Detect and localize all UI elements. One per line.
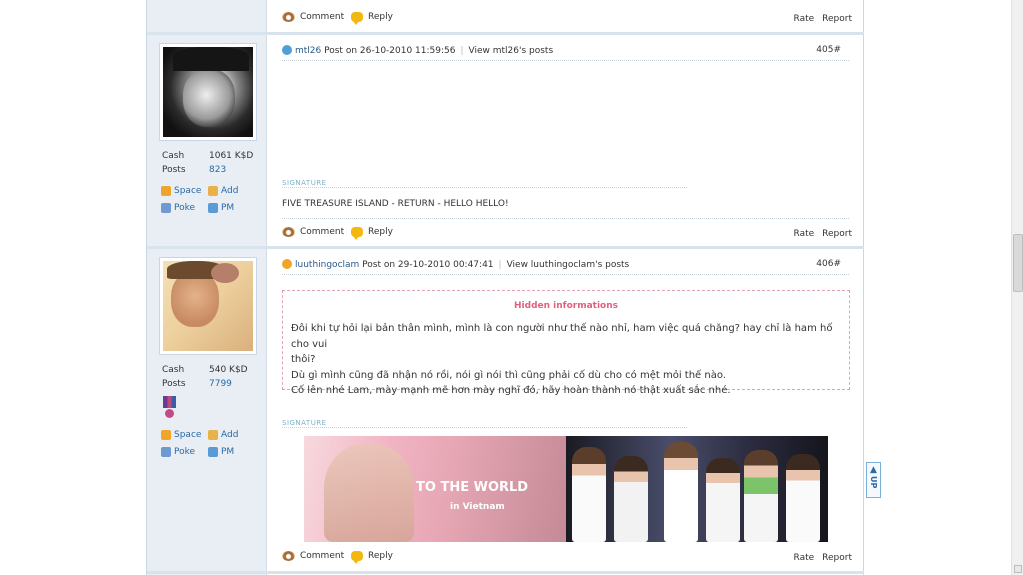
post-header: mtl26 Post on 26-10-2010 11:59:56 | View m… — [282, 43, 849, 61]
avatar[interactable] — [160, 44, 256, 140]
rate-link[interactable]: Rate — [794, 553, 815, 563]
post-number[interactable]: 405# — [816, 45, 841, 55]
comment-button[interactable]: Comment — [282, 551, 344, 561]
banner-title: TO THE WORLD — [416, 480, 529, 495]
user-links: Space Add Poke PM — [161, 426, 261, 460]
add-friend-link[interactable]: Add — [208, 429, 255, 440]
user-links: Space Add Poke PM — [161, 182, 261, 216]
add-friend-icon — [208, 185, 218, 196]
username-link[interactable]: mtl26 — [295, 46, 321, 56]
reply-button[interactable]: Reply — [351, 227, 393, 240]
poke-link[interactable]: Poke — [161, 446, 208, 457]
report-link[interactable]: Report — [822, 14, 852, 24]
comment-icon — [282, 551, 295, 561]
banner-subtitle: in Vietnam — [450, 502, 505, 512]
signature-label: SIGNATURE — [282, 179, 687, 188]
pm-link[interactable]: PM — [208, 202, 255, 213]
report-link[interactable]: Report — [822, 229, 852, 239]
home-icon — [161, 185, 171, 196]
hidden-info-text: Đôi khi tự hỏi lại bản thân mình, mình l… — [291, 323, 833, 396]
avatar[interactable] — [160, 258, 256, 354]
add-friend-icon — [208, 429, 218, 440]
up-arrow-icon: ▲ — [870, 465, 877, 475]
post-number[interactable]: 406# — [816, 259, 841, 269]
post-actions: Comment Reply Rate Report — [282, 549, 852, 565]
space-link[interactable]: Space — [161, 429, 208, 440]
medal-icon — [163, 396, 176, 420]
posts-count-link[interactable]: 823 — [209, 165, 226, 179]
signature-text: FIVE TREASURE ISLAND - RETURN - HELLO HE… — [282, 199, 509, 209]
scroll-down-arrow-icon[interactable] — [1014, 565, 1022, 573]
post-separator — [147, 246, 864, 249]
user-stats: Cash 540 K$D Posts 7799 — [162, 365, 262, 393]
rate-link[interactable]: Rate — [794, 229, 815, 239]
reply-icon — [351, 227, 363, 240]
space-link[interactable]: Space — [161, 185, 208, 196]
comment-button[interactable]: Comment — [282, 12, 344, 22]
user-status-icon — [282, 259, 292, 269]
post-actions: Comment Reply Rate Report — [282, 225, 852, 241]
scrollbar-thumb[interactable] — [1013, 234, 1023, 292]
page-scrollbar[interactable] — [1011, 0, 1023, 575]
posts-count-link[interactable]: 7799 — [209, 379, 232, 393]
scroll-to-top-button[interactable]: ▲ UP — [866, 462, 881, 498]
forum-thread: Comment Reply Rate Report Cash 1061 K$D Po… — [146, 0, 864, 575]
comment-icon — [282, 12, 295, 22]
hidden-info-box: Hidden informations Đôi khi tự hỏi lại b… — [282, 290, 850, 396]
post-separator — [147, 32, 864, 35]
pm-link[interactable]: PM — [208, 446, 255, 457]
post-separator — [147, 571, 864, 574]
poke-icon — [161, 202, 171, 213]
poke-icon — [161, 446, 171, 457]
mail-icon — [208, 446, 218, 457]
user-stats: Cash 1061 K$D Posts 823 — [162, 151, 262, 179]
add-friend-link[interactable]: Add — [208, 185, 255, 196]
poke-link[interactable]: Poke — [161, 202, 208, 213]
divider — [282, 218, 849, 219]
post-actions-prev: Comment Reply Rate Report — [282, 10, 852, 26]
post-header: luuthingoclam Post on 29-10-2010 00:47:4… — [282, 257, 849, 275]
view-posts-link[interactable]: View luuthingoclam's posts — [507, 260, 630, 270]
reply-icon — [351, 551, 363, 564]
signature-banner-image: TO THE WORLD in Vietnam — [304, 436, 828, 542]
mail-icon — [208, 202, 218, 213]
reply-button[interactable]: Reply — [351, 551, 393, 564]
reply-button[interactable]: Reply — [351, 12, 393, 25]
home-icon — [161, 429, 171, 440]
user-status-icon — [282, 45, 292, 55]
comment-icon — [282, 227, 295, 237]
comment-button[interactable]: Comment — [282, 227, 344, 237]
hidden-info-title: Hidden informations — [514, 301, 618, 311]
username-link[interactable]: luuthingoclam — [295, 260, 359, 270]
view-posts-link[interactable]: View mtl26's posts — [469, 46, 554, 56]
report-link[interactable]: Report — [822, 553, 852, 563]
reply-icon — [351, 12, 363, 25]
rate-link[interactable]: Rate — [794, 14, 815, 24]
signature-label: SIGNATURE — [282, 419, 687, 428]
